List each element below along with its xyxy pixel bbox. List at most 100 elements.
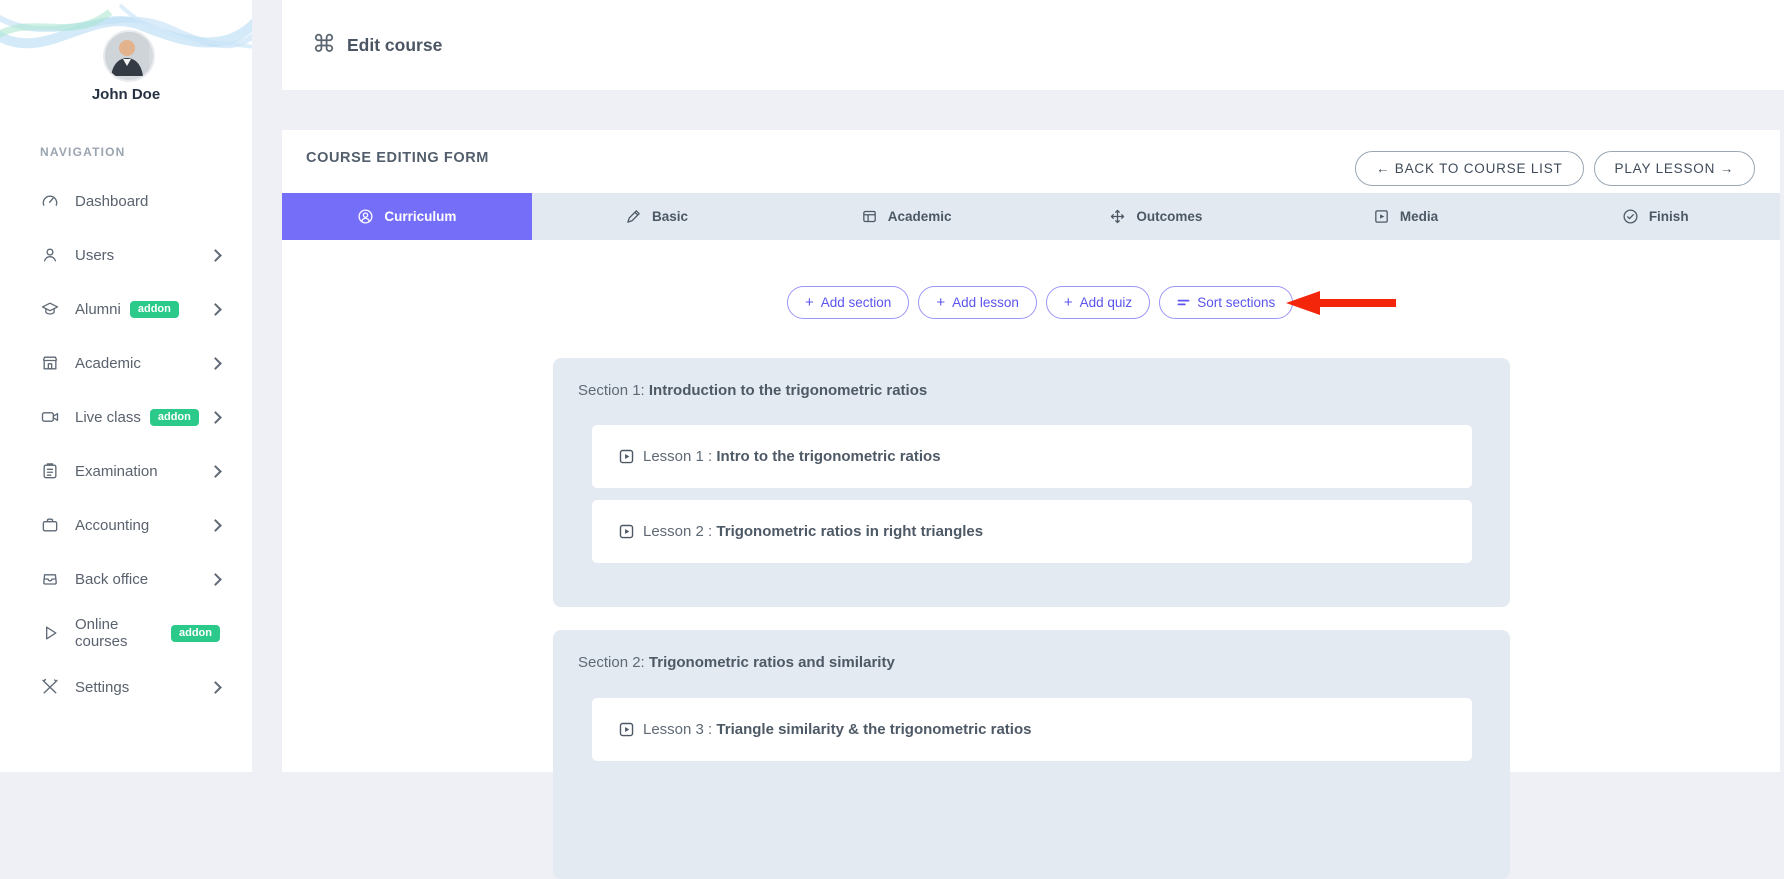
sidebar-item-label: Users <box>75 247 114 264</box>
sidebar-item-label: Back office <box>75 571 148 588</box>
sidebar-item-online-courses[interactable]: Online courses addon <box>0 606 252 660</box>
move-icon <box>1109 208 1126 225</box>
media-play-icon <box>1373 208 1390 225</box>
addon-badge: addon <box>130 301 179 318</box>
back-to-course-list-button[interactable]: ← BACK TO COURSE LIST <box>1355 151 1584 186</box>
sidebar-item-label: Academic <box>75 355 141 372</box>
sort-icon <box>1177 296 1190 309</box>
section-prefix: Section 1: <box>578 382 645 399</box>
sidebar-item-users[interactable]: Users <box>0 228 252 282</box>
lesson-row[interactable]: Lesson 2 : Trigonometric ratios in right… <box>592 500 1472 563</box>
building-icon <box>40 353 60 373</box>
user-name: John Doe <box>0 86 252 103</box>
tray-icon <box>40 569 60 589</box>
course-form-tabs: Curriculum Basic Academic Outcomes Media <box>282 193 1780 240</box>
command-icon: ⌘ <box>312 33 336 57</box>
tab-label: Outcomes <box>1136 209 1202 224</box>
user-icon <box>40 245 60 265</box>
plus-icon: + <box>805 295 814 310</box>
tab-outcomes[interactable]: Outcomes <box>1031 193 1281 240</box>
sidebar-item-back-office[interactable]: Back office <box>0 552 252 606</box>
sidebar-item-label: Settings <box>75 679 129 696</box>
chevron-right-icon <box>209 411 222 424</box>
addon-badge: addon <box>150 409 199 426</box>
user-circle-icon <box>357 208 374 225</box>
sidebar-item-examination[interactable]: Examination <box>0 444 252 498</box>
avatar[interactable] <box>103 30 155 82</box>
tab-label: Academic <box>888 209 952 224</box>
chevron-right-icon <box>209 465 222 478</box>
lesson-row[interactable]: Lesson 3 : Triangle similarity & the tri… <box>592 698 1472 761</box>
sidebar-item-label: Accounting <box>75 517 149 534</box>
sort-sections-button[interactable]: Sort sections <box>1159 286 1293 319</box>
tab-basic[interactable]: Basic <box>532 193 782 240</box>
button-label: Sort sections <box>1197 295 1275 310</box>
section-panel-2: Section 2: Trigonometric ratios and simi… <box>553 630 1510 879</box>
sidebar-item-dashboard[interactable]: Dashboard <box>0 174 252 228</box>
sidebar-item-alumni[interactable]: Alumni addon <box>0 282 252 336</box>
video-lesson-icon <box>618 721 635 738</box>
chevron-right-icon <box>209 573 222 586</box>
sidebar-item-label: Examination <box>75 463 158 480</box>
lesson-title: Trigonometric ratios in right triangles <box>716 523 983 540</box>
section-title: Introduction to the trigonometric ratios <box>649 382 927 399</box>
video-camera-icon <box>40 407 60 427</box>
course-editing-card: COURSE EDITING FORM ← BACK TO COURSE LIS… <box>282 130 1780 772</box>
add-lesson-button[interactable]: + Add lesson <box>918 286 1037 319</box>
video-lesson-icon <box>618 523 635 540</box>
play-lesson-button[interactable]: PLAY LESSON → <box>1594 151 1755 186</box>
sidebar-item-label: Online courses <box>75 616 162 650</box>
sidebar-item-accounting[interactable]: Accounting <box>0 498 252 552</box>
tools-icon <box>40 677 60 697</box>
add-quiz-button[interactable]: + Add quiz <box>1046 286 1150 319</box>
button-label: Add lesson <box>952 295 1019 310</box>
lesson-prefix: Lesson 1 : <box>643 448 712 465</box>
chevron-right-icon <box>209 303 222 316</box>
lesson-title: Triangle similarity & the trigonometric … <box>716 721 1031 738</box>
tab-label: Curriculum <box>384 209 456 224</box>
pen-icon <box>625 208 642 225</box>
tab-label: Media <box>1400 209 1438 224</box>
section-title: Trigonometric ratios and similarity <box>649 654 895 671</box>
annotation-arrow-left-icon <box>1286 290 1396 316</box>
sidebar-item-settings[interactable]: Settings <box>0 660 252 714</box>
section-header: Section 2: Trigonometric ratios and simi… <box>553 630 1510 671</box>
page-title: Edit course <box>347 35 442 56</box>
plus-icon: + <box>1064 295 1073 310</box>
table-card-icon <box>861 208 878 225</box>
sidebar-item-label: Live class <box>75 409 141 426</box>
chevron-right-icon <box>209 357 222 370</box>
chevron-right-icon <box>209 249 222 262</box>
chevron-right-icon <box>209 681 222 694</box>
navigation-heading: NAVIGATION <box>40 145 126 159</box>
tab-label: Basic <box>652 209 688 224</box>
plus-icon: + <box>936 295 945 310</box>
sidebar-item-live-class[interactable]: Live class addon <box>0 390 252 444</box>
tab-curriculum[interactable]: Curriculum <box>282 193 532 240</box>
tab-media[interactable]: Media <box>1281 193 1531 240</box>
gauge-icon <box>40 191 60 211</box>
video-lesson-icon <box>618 448 635 465</box>
lesson-prefix: Lesson 2 : <box>643 523 712 540</box>
sidebar-item-label: Alumni <box>75 301 121 318</box>
page-header: ⌘ Edit course <box>282 0 1784 90</box>
section-header: Section 1: Introduction to the trigonome… <box>553 358 1510 399</box>
section-prefix: Section 2: <box>578 654 645 671</box>
button-label: Add quiz <box>1080 295 1133 310</box>
tab-finish[interactable]: Finish <box>1530 193 1780 240</box>
sidebar-item-label: Dashboard <box>75 193 148 210</box>
sidebar-nav: Dashboard Users Alumni addon Academic <box>0 174 252 714</box>
sidebar: John Doe NAVIGATION Dashboard Users Alum… <box>0 0 252 772</box>
addon-badge: addon <box>171 625 220 642</box>
lesson-row[interactable]: Lesson 1 : Intro to the trigonometric ra… <box>592 425 1472 488</box>
section-panel-1: Section 1: Introduction to the trigonome… <box>553 358 1510 607</box>
tab-academic[interactable]: Academic <box>781 193 1031 240</box>
sidebar-item-academic[interactable]: Academic <box>0 336 252 390</box>
check-circle-icon <box>1622 208 1639 225</box>
briefcase-icon <box>40 515 60 535</box>
add-section-button[interactable]: + Add section <box>787 286 909 319</box>
chevron-right-icon <box>209 519 222 532</box>
button-label: Add section <box>821 295 892 310</box>
card-title: COURSE EDITING FORM <box>306 150 489 166</box>
curriculum-actions: + Add section + Add lesson + Add quiz So… <box>787 286 1293 319</box>
